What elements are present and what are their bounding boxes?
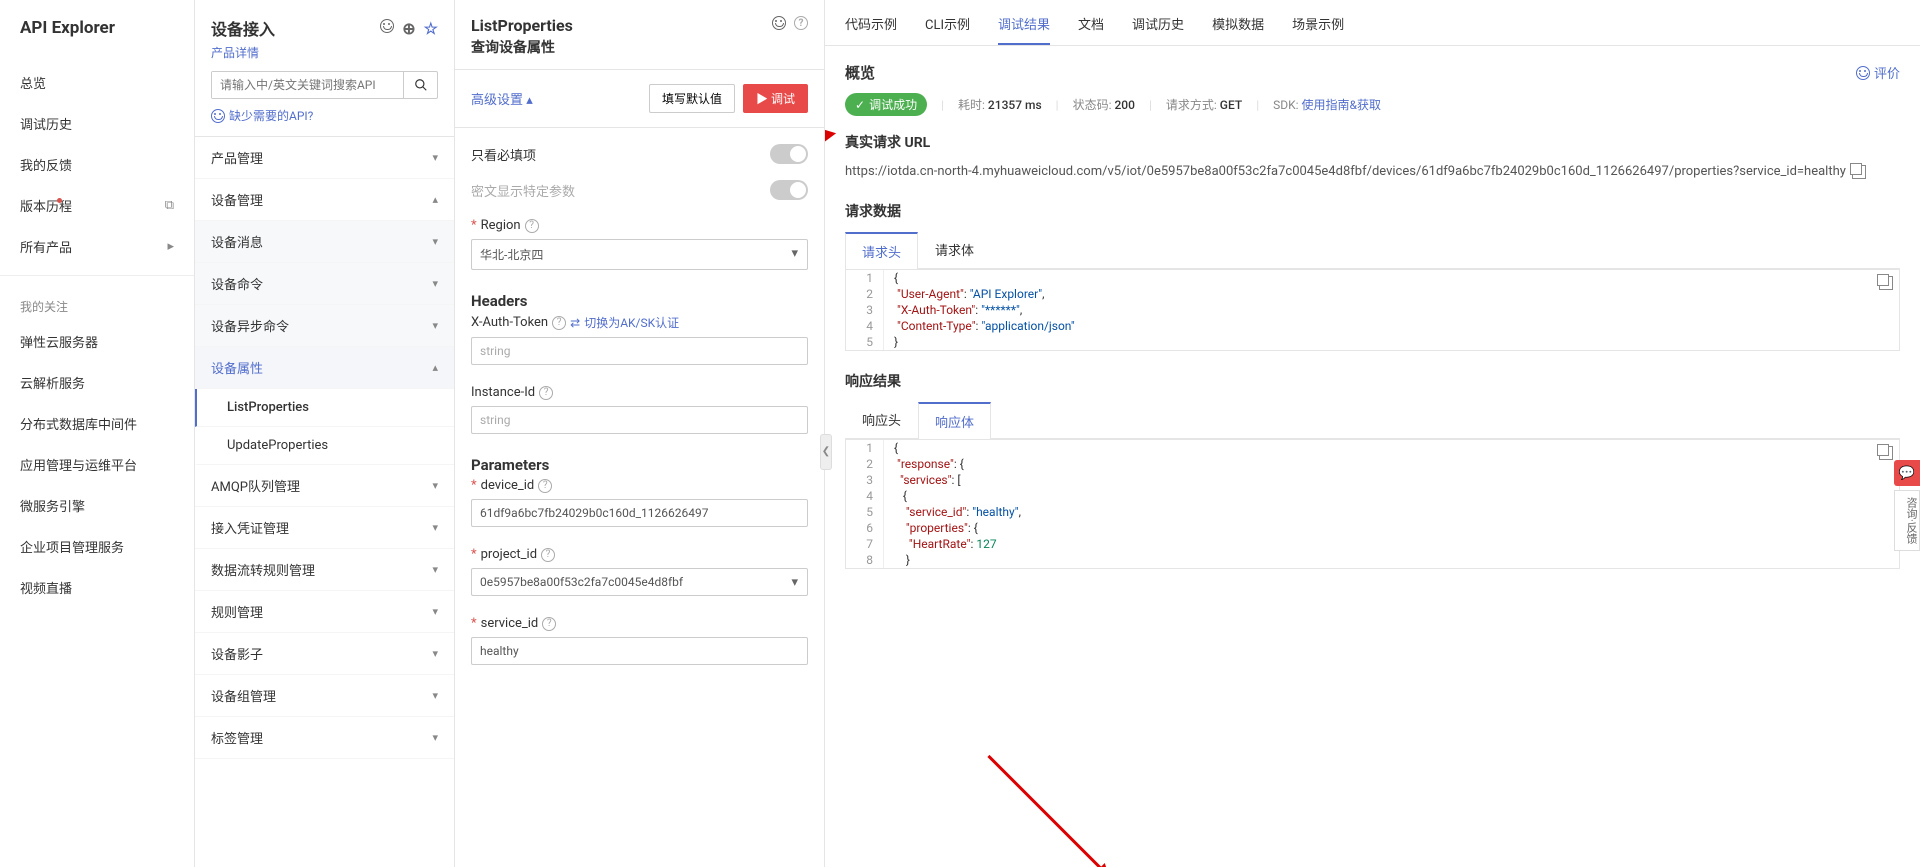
result-tab[interactable]: 模拟数据 — [1212, 14, 1264, 45]
help-icon[interactable]: ? — [794, 16, 808, 30]
result-tabs: 代码示例 CLI示例调试结果文档调试历史模拟数据场景示例 — [825, 0, 1920, 46]
ak-sk-link[interactable]: ⇄ 切换为AK/SK认证 — [570, 314, 679, 331]
debug-button[interactable]: ▶ 调试 — [743, 84, 808, 113]
tree-group[interactable]: 规则管理▾ — [195, 591, 454, 633]
nav-section-label: 我的关注 — [0, 292, 194, 321]
nav-fav-item[interactable]: 应用管理与运维平台 — [0, 444, 194, 485]
device-id-input[interactable] — [471, 499, 808, 527]
response-subtab[interactable]: 响应体 — [918, 402, 991, 439]
api-name: ListProperties — [471, 16, 573, 35]
tree-group[interactable]: 接入凭证管理▾ — [195, 507, 454, 549]
left-sidebar: API Explorer 总览调试历史我的反馈版本历程⧉所有产品▸ 我的关注 弹… — [0, 0, 195, 867]
tree-group[interactable]: 数据流转规则管理▾ — [195, 549, 454, 591]
product-title: 设备接入 — [211, 16, 275, 40]
tree-group[interactable]: 设备命令▾ — [195, 263, 454, 305]
nav-fav-item[interactable]: 弹性云服务器 — [0, 321, 194, 362]
fill-defaults-button[interactable]: 填写默认值 — [649, 84, 735, 113]
help-icon[interactable]: ? — [539, 386, 553, 400]
api-cn-name: 查询设备属性 — [471, 35, 808, 57]
result-tab[interactable]: CLI示例 — [925, 14, 970, 45]
success-badge: ✓ 调试成功 — [845, 93, 927, 116]
region-select[interactable]: 华北-北京四 — [471, 239, 808, 270]
rate-link[interactable]: 评价 — [1856, 63, 1900, 82]
result-tab[interactable]: 场景示例 — [1292, 14, 1344, 45]
tree-group[interactable]: 设备异步命令▾ — [195, 305, 454, 347]
tree-group[interactable]: 标签管理▾ — [195, 717, 454, 759]
tree-group[interactable]: 设备属性▴ — [195, 347, 454, 389]
url-title: 真实请求 URL — [845, 132, 1900, 152]
api-tree-panel: 设备接入 ⊕ ☆ 产品详情 缺少需要的API? 产品管理▾设备管理▴设备消息▾设… — [195, 0, 455, 867]
request-url: https://iotda.cn-north-4.myhuaweicloud.c… — [845, 164, 1846, 179]
help-icon[interactable]: ? — [552, 316, 566, 330]
result-panel: 代码示例 CLI示例调试结果文档调试历史模拟数据场景示例 概览 评价 ✓ 调试成功… — [825, 0, 1920, 867]
tree-group[interactable]: 设备组管理▾ — [195, 675, 454, 717]
copy-icon[interactable] — [1852, 165, 1866, 179]
star-icon[interactable]: ☆ — [424, 19, 438, 38]
project-id-select[interactable]: 0e5957be8a00f53c2fa7c0045e4d8fbf — [471, 568, 808, 596]
nav-item[interactable]: 版本历程⧉ — [0, 185, 194, 226]
mask-params-label: 密文显示特定参数 — [471, 181, 575, 200]
help-icon[interactable]: ? — [542, 617, 556, 631]
nav-fav-item[interactable]: 微服务引擎 — [0, 485, 194, 526]
api-search — [211, 71, 438, 99]
instance-input[interactable] — [471, 406, 808, 434]
request-headers-code: 1{2 "User-Agent": "API Explorer",3 "X-Au… — [845, 269, 1900, 351]
service-id-input[interactable] — [471, 637, 808, 665]
request-subtab[interactable]: 请求体 — [918, 231, 991, 268]
form-panel: ListProperties ? 查询设备属性 高级设置 ▴ 填写默认值 ▶ 调… — [455, 0, 825, 867]
search-input[interactable] — [212, 72, 403, 98]
search-button[interactable] — [403, 72, 437, 98]
tree-group[interactable]: 设备消息▾ — [195, 221, 454, 263]
smile-icon[interactable] — [772, 16, 786, 30]
tree-api-item[interactable]: ListProperties — [195, 389, 454, 427]
required-only-label: 只看必填项 — [471, 145, 536, 164]
xauth-input[interactable] — [471, 337, 808, 365]
copy-icon[interactable] — [1879, 446, 1893, 460]
tree-group[interactable]: AMQP队列管理▾ — [195, 465, 454, 507]
globe-icon[interactable]: ⊕ — [402, 19, 415, 38]
response-subtab[interactable]: 响应头 — [845, 401, 918, 438]
feedback-text-button[interactable]: 咨询·反馈 — [1894, 490, 1920, 551]
result-tab[interactable]: 代码示例 — [845, 14, 897, 45]
nav-item[interactable]: 调试历史 — [0, 103, 194, 144]
smile-icon[interactable] — [380, 19, 394, 33]
nav-fav-item[interactable]: 云解析服务 — [0, 362, 194, 403]
missing-api-link[interactable]: 缺少需要的API? — [211, 105, 438, 126]
product-detail-link[interactable]: 产品详情 — [211, 40, 438, 61]
result-tab[interactable]: 调试历史 — [1132, 14, 1184, 45]
request-subtab[interactable]: 请求头 — [845, 232, 918, 269]
nav-item[interactable]: 总览 — [0, 62, 194, 103]
params-section: Parameters — [471, 444, 808, 478]
nav-item[interactable]: 所有产品▸ — [0, 226, 194, 267]
api-tree: 产品管理▾设备管理▴设备消息▾设备命令▾设备异步命令▾设备属性▴ListProp… — [195, 137, 454, 867]
nav-fav-item[interactable]: 视频直播 — [0, 567, 194, 608]
feedback-icon-button[interactable]: 💬 — [1894, 460, 1920, 486]
result-tab[interactable]: 调试结果 — [998, 14, 1050, 45]
mask-params-switch[interactable] — [770, 180, 808, 200]
result-tab[interactable]: 文档 — [1078, 14, 1104, 45]
tree-group[interactable]: 设备管理▴ — [195, 179, 454, 221]
tree-group[interactable]: 设备影子▾ — [195, 633, 454, 675]
tree-api-item[interactable]: UpdateProperties — [195, 427, 454, 465]
nav-fav-item[interactable]: 企业项目管理服务 — [0, 526, 194, 567]
app-title: API Explorer — [0, 18, 194, 62]
headers-section: Headers — [471, 280, 808, 314]
help-icon[interactable]: ? — [525, 219, 539, 233]
help-icon[interactable]: ? — [541, 548, 555, 562]
overview-title: 概览 — [845, 62, 875, 83]
tree-group[interactable]: 产品管理▾ — [195, 137, 454, 179]
required-only-switch[interactable] — [770, 144, 808, 164]
annotation-arrow — [987, 755, 1102, 867]
response-body-code: 1{2 "response": {3 "services": [4 {5 "se… — [845, 439, 1900, 569]
response-title: 响应结果 — [845, 371, 1900, 391]
nav-item[interactable]: 我的反馈 — [0, 144, 194, 185]
request-data-title: 请求数据 — [845, 201, 1900, 221]
nav-fav-item[interactable]: 分布式数据库中间件 — [0, 403, 194, 444]
copy-icon[interactable] — [1879, 276, 1893, 290]
advanced-settings-toggle[interactable]: 高级设置 ▴ — [471, 89, 533, 108]
sdk-link[interactable]: 使用指南&获取 — [1302, 98, 1381, 112]
help-icon[interactable]: ? — [538, 479, 552, 493]
